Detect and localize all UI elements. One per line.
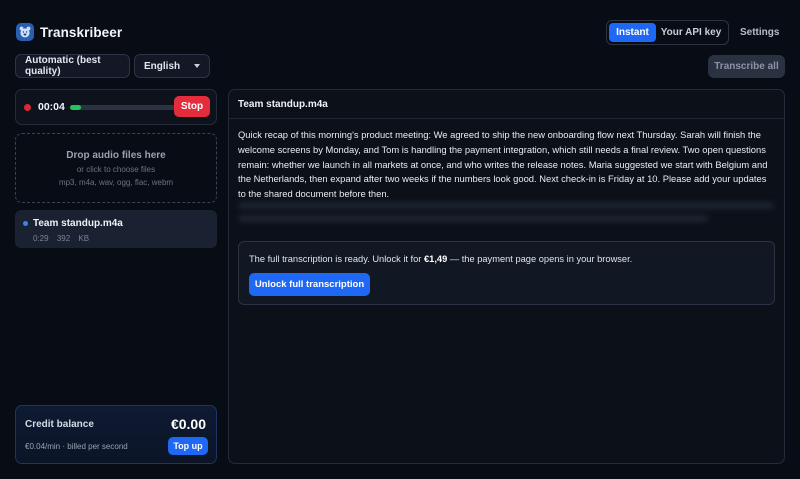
language-select-value: English [144,60,181,72]
selected-dot-icon [23,221,28,226]
file-duration: 0:29 [33,234,49,243]
credit-balance-card: Credit balance €0.00 €0.04/min · billed … [15,405,217,464]
transcript-title: Team standup.m4a [238,99,328,110]
tab-instant[interactable]: Instant [609,23,656,42]
quality-select-value: Automatic (best quality) [25,55,101,77]
credit-amount: €0.00 [170,416,206,432]
divider [229,118,784,119]
app-name: Transkribeer [40,25,123,40]
recorder-panel: 00:04 Stop [15,89,217,125]
recording-indicator-icon [24,104,31,111]
unlock-price: €1,49 [423,254,448,264]
transcribe-all-button[interactable]: Transcribe all [708,55,785,78]
file-name: Team standup.m4a [33,218,123,229]
unlock-text-before: The full transcription is ready. Unlock … [249,254,424,264]
file-dropzone[interactable]: Drop audio files here or click to choose… [15,133,217,203]
quality-select[interactable]: Automatic (best quality) [15,54,130,78]
file-size: 392 KB [56,234,90,243]
transcript-panel: Team standup.m4a Quick recap of this mor… [228,89,785,464]
dropzone-subtitle: or click to choose files [76,165,156,174]
audio-level-fill [70,105,82,110]
file-list-item[interactable]: Team standup.m4a 0:29 392 KB [15,210,217,248]
stop-recording-button[interactable]: Stop [174,96,210,117]
chevron-down-icon [194,64,200,68]
tab-your-api-key[interactable]: Your API key [656,23,726,42]
mode-switch: Instant Your API key [606,20,729,45]
blurred-transcript-preview [238,200,776,226]
unlock-message: The full transcription is ready. Unlock … [249,254,632,264]
unlock-transcription-button[interactable]: Unlock full transcription [249,273,370,296]
audio-level-meter [70,105,182,110]
language-select[interactable]: English [134,54,210,78]
bear-logo-icon [16,23,34,41]
credit-label: Credit balance [25,419,94,430]
dropzone-formats: mp3, m4a, wav, ogg, flac, webm [58,178,174,187]
top-up-button[interactable]: Top up [168,437,208,455]
transcript-text: Quick recap of this morning's product me… [238,129,768,200]
recording-time: 00:04 [38,101,65,113]
unlock-card: The full transcription is ready. Unlock … [238,241,775,305]
credit-rate: €0.04/min · billed per second [25,442,128,451]
settings-button[interactable]: Settings [740,27,779,38]
file-meta: 0:29 392 KB [33,234,89,243]
unlock-text-after: — the payment page opens in your browser… [447,254,633,264]
dropzone-title: Drop audio files here [66,150,166,161]
